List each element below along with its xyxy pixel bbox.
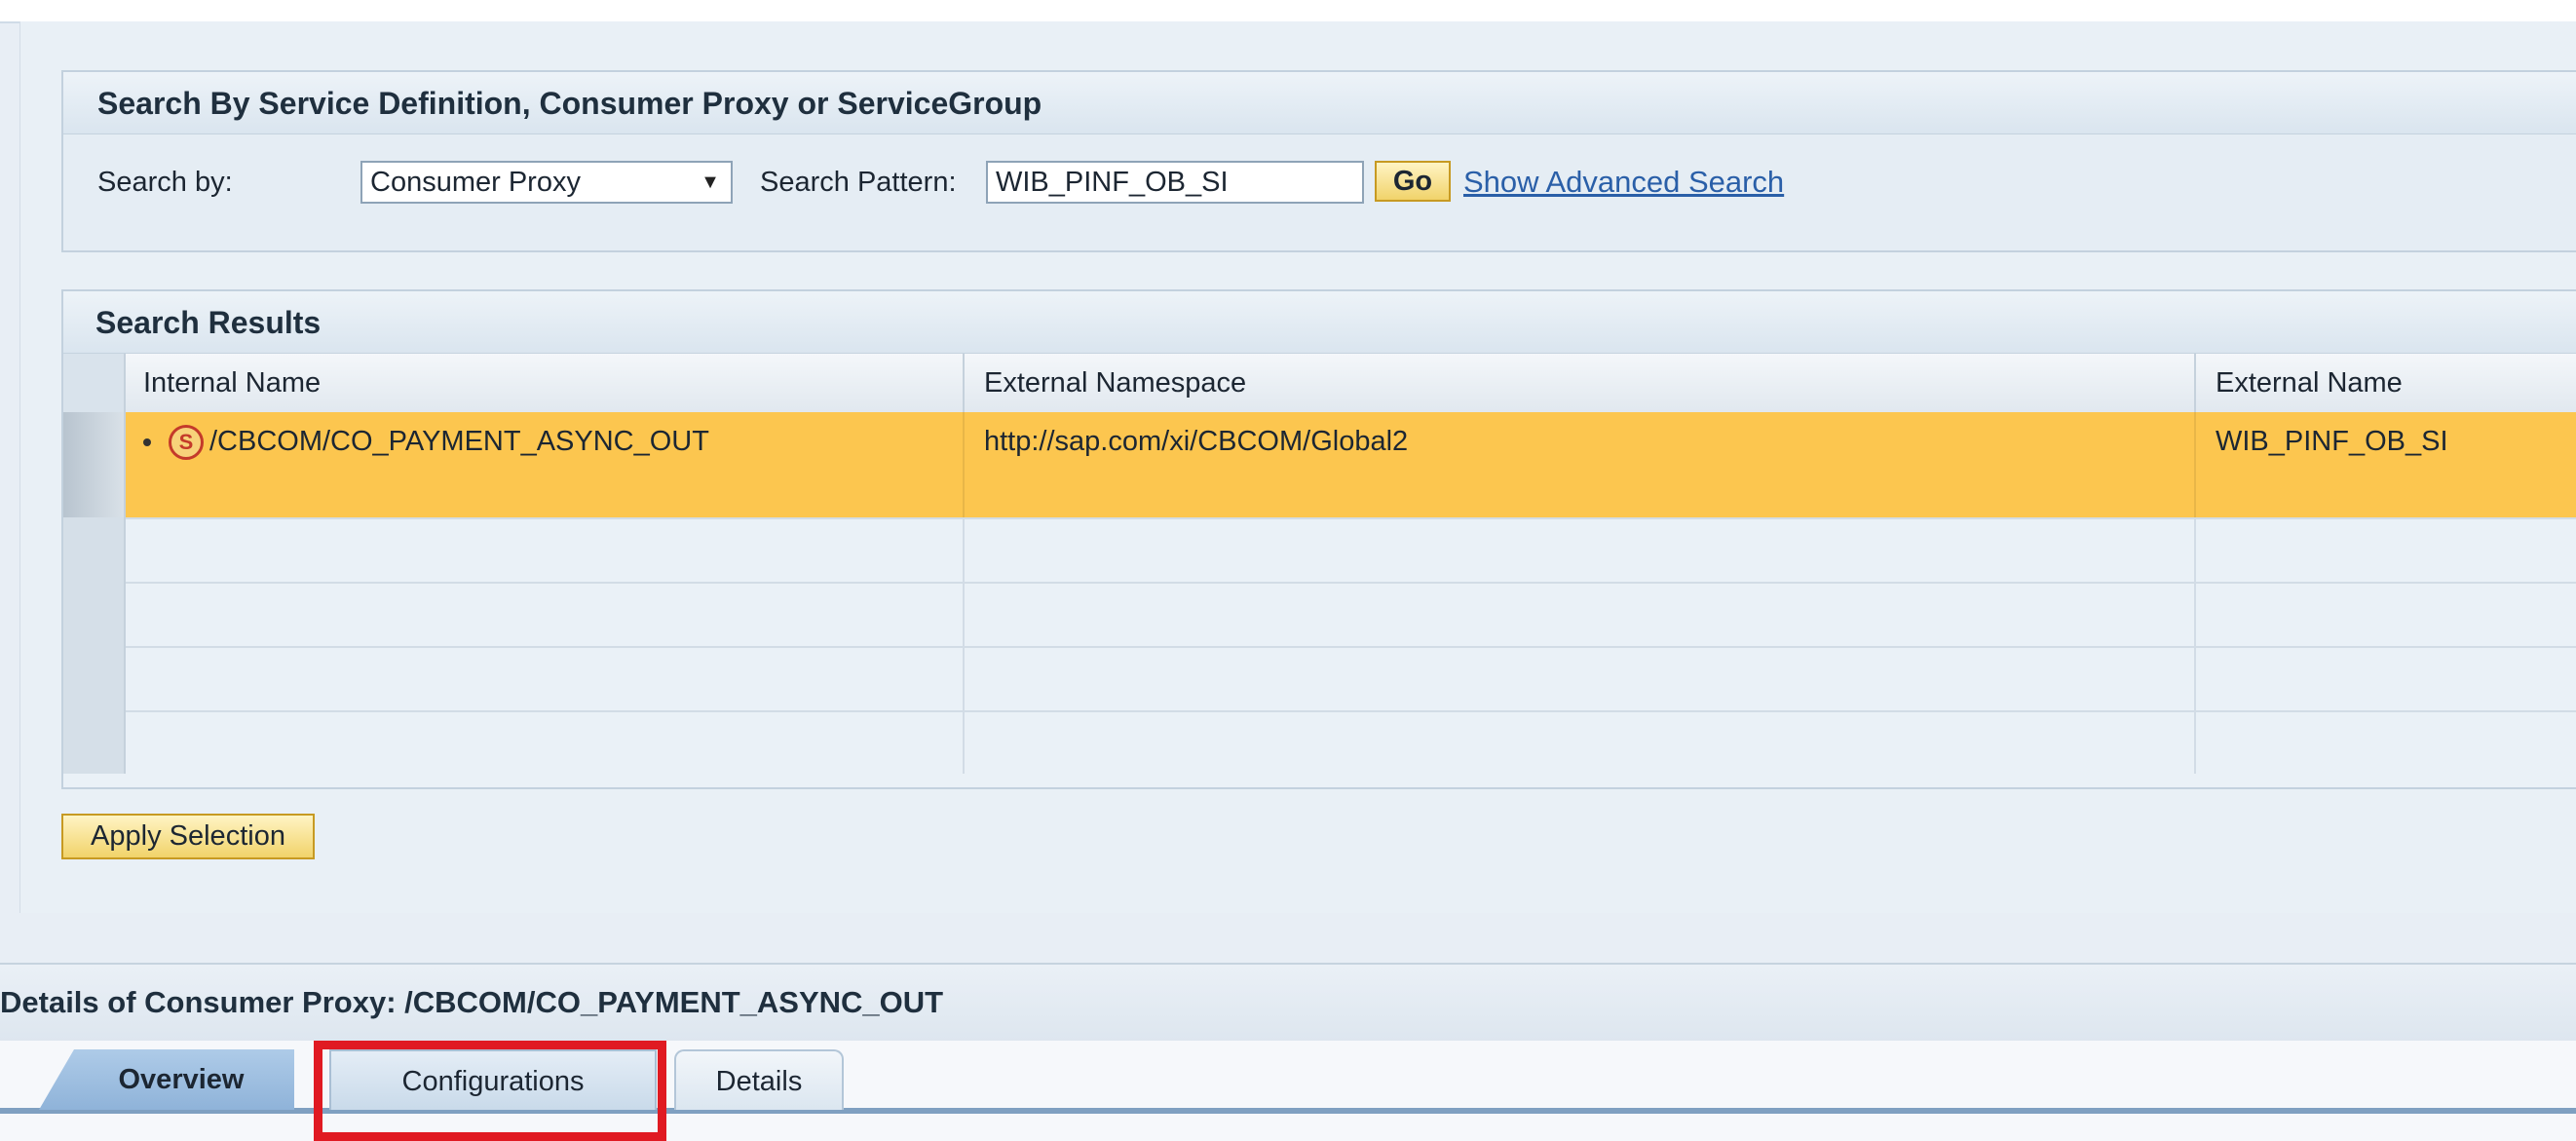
search-box-title: Search By Service Definition, Consumer P… [63,72,2576,134]
empty-cell [965,710,2196,774]
row-selector [63,646,126,710]
search-results-box: Search Results Internal Name External Na… [61,289,2576,789]
search-by-label: Search by: [97,167,233,198]
tab-configurations[interactable]: Configurations [329,1049,657,1110]
tab-details[interactable]: Details [674,1049,844,1110]
search-results-title: Search Results [63,291,2576,354]
table-row [63,710,2576,774]
empty-cell [124,517,965,582]
select-all-column[interactable] [63,354,126,412]
table-header: Internal Name External Namespace Externa… [63,354,2576,414]
empty-cell [124,582,965,646]
tab-overview[interactable]: Overview [39,1049,294,1110]
empty-cell [124,710,965,774]
column-header-external-name[interactable]: External Name [2196,354,2576,412]
empty-cell [965,517,2196,582]
column-header-internal-name[interactable]: Internal Name [124,354,965,412]
cell-external-name: WIB_PINF_OB_SI [2216,426,2448,457]
apply-selection-button[interactable]: Apply Selection [61,814,315,859]
search-by-dropdown[interactable]: Consumer Proxy ▼ [360,161,733,204]
search-pattern-label: Search Pattern: [760,167,957,198]
show-advanced-search-link[interactable]: Show Advanced Search [1463,158,1784,207]
top-strip [0,0,2576,23]
search-pattern-input[interactable]: WIB_PINF_OB_SI [986,161,1364,204]
dropdown-arrow-icon[interactable]: ▼ [698,171,723,194]
column-header-external-namespace[interactable]: External Namespace [965,354,2196,412]
row-selector [63,582,126,646]
table-row [63,646,2576,712]
internal-name-text: /CBCOM/CO_PAYMENT_ASYNC_OUT [209,426,709,457]
search-criteria-box: Search By Service Definition, Consumer P… [61,70,2576,252]
table-row [63,517,2576,584]
search-by-value: Consumer Proxy [370,167,581,198]
row-selector [63,517,126,582]
service-s-icon: S [169,425,204,461]
row-selector [63,710,126,774]
cell-external-namespace: http://sap.com/xi/CBCOM/Global2 [965,412,2196,517]
cell-internal-name: S/CBCOM/CO_PAYMENT_ASYNC_OUT [124,412,965,517]
table-row [63,582,2576,648]
row-selector[interactable] [63,412,126,517]
table-row[interactable]: S/CBCOM/CO_PAYMENT_ASYNC_OUT http://sap.… [63,412,2576,519]
results-table: Internal Name External Namespace Externa… [63,354,2576,787]
bullet-icon [143,438,151,447]
empty-cell [965,582,2196,646]
empty-cell [965,646,2196,710]
app-window: Search By Service Definition, Consumer P… [0,0,2576,1141]
details-title: Details of Consumer Proxy: /CBCOM/CO_PAY… [0,963,2576,1045]
go-button[interactable]: Go [1375,161,1451,202]
empty-cell [124,646,965,710]
